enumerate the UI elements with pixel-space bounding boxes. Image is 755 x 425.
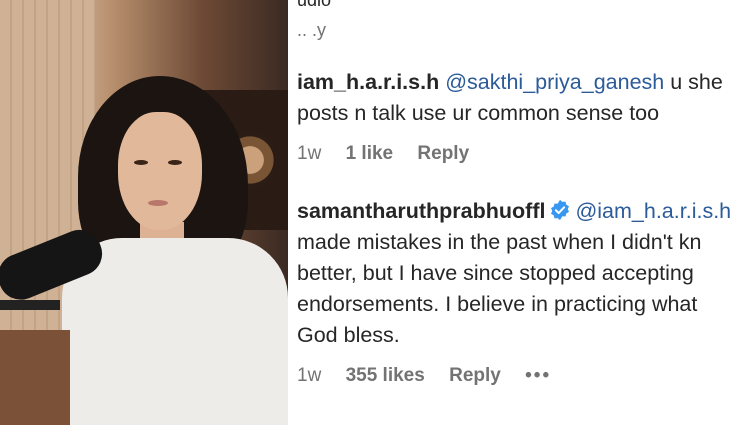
comment-text: God bless. — [297, 323, 400, 347]
partial-text-top: udio — [297, 0, 332, 10]
comment-line: iam_h.a.r.i.s.h @sakthi_priya_ganesh u s… — [297, 67, 723, 98]
comment-time: 1w — [297, 143, 322, 164]
comment-username[interactable]: iam_h.a.r.i.s.h — [297, 70, 439, 94]
comment-text: u she — [670, 70, 723, 94]
desk — [0, 330, 70, 425]
reply-button[interactable]: Reply — [417, 143, 469, 164]
comment-username[interactable]: samantharuthprabhuoffl — [297, 199, 545, 223]
person-lips — [148, 200, 168, 206]
comment-text: endorsements. I believe in practicing wh… — [297, 292, 698, 316]
comment-1: iam_h.a.r.i.s.h @sakthi_priya_ganesh u s… — [297, 67, 723, 167]
comment-text: better, but I have since stopped accepti… — [297, 261, 694, 285]
comment-mention[interactable]: @iam_h.a.r.i.s.h — [575, 199, 731, 223]
comment-time: 1w — [297, 365, 322, 386]
partial-text-bottom: ... .. — [297, 412, 333, 425]
comment-meta: 1w 1 like Reply — [297, 141, 723, 167]
person-eye — [134, 160, 148, 165]
comment-meta: 1w 355 likes Reply ••• — [297, 363, 731, 389]
person-face — [118, 112, 202, 230]
verified-badge-icon — [551, 199, 570, 221]
comment-mention[interactable]: @sakthi_priya_ganesh — [445, 70, 664, 94]
comments-panel: udio .. .y iam_h.a.r.i.s.h @sakthi_priya… — [288, 0, 755, 425]
comment-text: made mistakes in the past when I didn't … — [297, 230, 702, 254]
mic-arm — [0, 300, 60, 310]
comment-text: posts n talk use ur common sense too — [297, 101, 660, 125]
person-eye — [168, 160, 182, 165]
comment-likes[interactable]: 355 likes — [346, 365, 425, 386]
partial-text-top-2: .. .y — [297, 20, 327, 40]
video-thumbnail — [0, 0, 288, 425]
comment-line: samantharuthprabhuoffl @iam_h.a.r.i.s.h — [297, 196, 731, 227]
reply-button[interactable]: Reply — [449, 365, 501, 386]
comment-2: samantharuthprabhuoffl @iam_h.a.r.i.s.h m… — [297, 196, 731, 389]
more-options-icon[interactable]: ••• — [525, 365, 551, 386]
comment-likes[interactable]: 1 like — [346, 143, 394, 164]
